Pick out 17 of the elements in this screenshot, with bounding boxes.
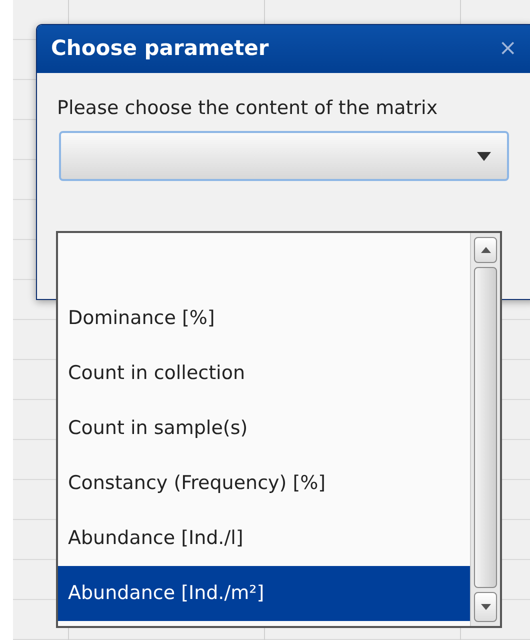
down-arrow-icon [480,604,490,610]
scrollbar-thumb[interactable] [474,267,497,588]
dialog-title: Choose parameter [51,35,269,62]
prompt-text: Please choose the content of the matrix [57,96,439,121]
up-arrow-icon [480,247,490,253]
dropdown-option[interactable]: Constancy (Frequency) [%] [58,456,470,511]
dropdown-option[interactable]: Abundance [Ind./m²] [58,566,470,621]
caret-icon [477,152,491,160]
dropdown-option[interactable]: Abundance [Ind./l] [58,511,470,566]
dropdown-option[interactable]: Dominance [%] [58,291,470,346]
dropdown-option[interactable]: Count in sample(s) [58,401,470,456]
scrollbar[interactable] [470,233,500,626]
parameter-dropdown[interactable] [59,131,509,181]
close-button[interactable]: × [494,38,521,60]
scroll-up-button[interactable] [474,237,497,263]
scroll-down-button[interactable] [474,592,497,622]
dropdown-option[interactable]: Count in collection [58,346,470,401]
